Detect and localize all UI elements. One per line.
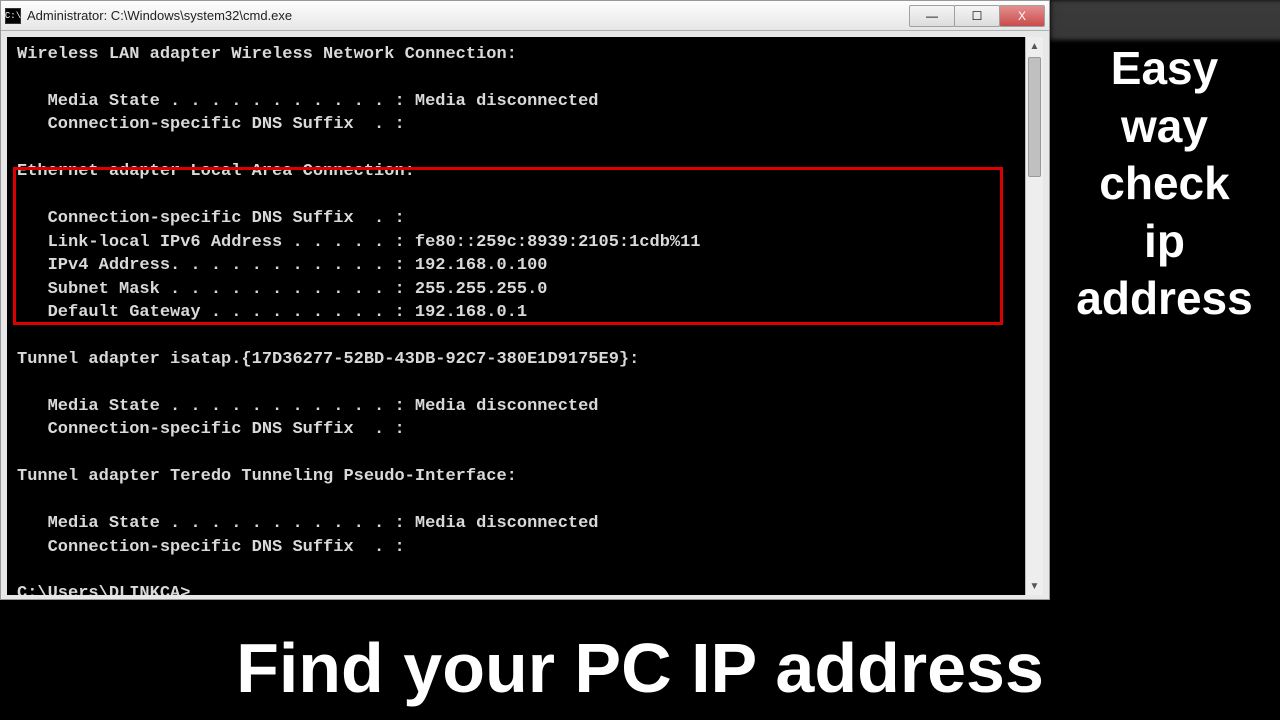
terminal-area[interactable]: Wireless LAN adapter Wireless Network Co… [7, 37, 1043, 595]
minimize-button[interactable]: — [909, 5, 955, 27]
cmd-window: C:\ Administrator: C:\Windows\system32\c… [0, 0, 1050, 600]
terminal-output: Wireless LAN adapter Wireless Network Co… [7, 37, 1043, 595]
cmd-icon: C:\ [5, 8, 21, 24]
scrollbar[interactable]: ▲ ▼ [1025, 37, 1043, 595]
maximize-button[interactable]: ☐ [954, 5, 1000, 27]
window-controls: — ☐ X [910, 5, 1045, 27]
scroll-thumb[interactable] [1028, 57, 1041, 177]
close-button[interactable]: X [999, 5, 1045, 27]
bottom-caption: Find your PC IP address [60, 628, 1220, 708]
background-blur [1050, 0, 1280, 40]
scroll-down-icon[interactable]: ▼ [1026, 577, 1043, 595]
titlebar[interactable]: C:\ Administrator: C:\Windows\system32\c… [1, 1, 1049, 31]
window-title: Administrator: C:\Windows\system32\cmd.e… [27, 8, 910, 23]
side-caption: Easywaycheckipaddress [1057, 40, 1272, 328]
scroll-up-icon[interactable]: ▲ [1026, 37, 1043, 55]
